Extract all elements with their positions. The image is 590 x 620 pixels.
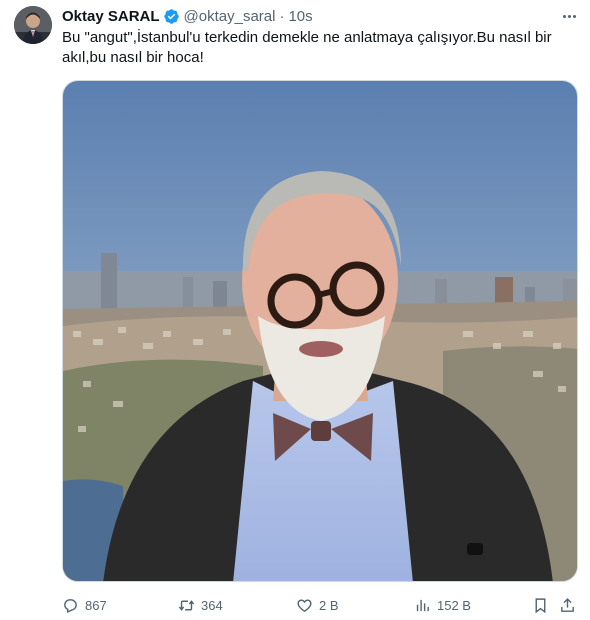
views-button[interactable]: 152 B (414, 594, 471, 616)
retweet-count: 364 (201, 597, 223, 613)
tweet-text: Bu "angut",İstanbul'u terkedin demekle n… (62, 29, 552, 66)
bookmark-icon (535, 597, 546, 613)
bookmark-button[interactable] (532, 594, 549, 616)
retweet-button[interactable]: 364 (178, 594, 223, 616)
heart-icon (297, 598, 312, 612)
tweet: Oktay SARAL @oktay_saral · 10s Bu "angut… (0, 0, 590, 620)
reply-icon (64, 598, 77, 613)
verified-badge-icon (163, 8, 180, 25)
analytics-icon (416, 599, 429, 611)
tweet-image[interactable] (62, 80, 578, 582)
display-name[interactable]: Oktay SARAL (62, 8, 160, 25)
share-button[interactable] (559, 594, 576, 616)
tweet-actions: 867 364 2 B 152 B (62, 594, 578, 616)
like-count: 2 B (319, 597, 339, 613)
avatar[interactable] (14, 6, 52, 44)
like-button[interactable]: 2 B (296, 594, 339, 616)
separator-dot: · (279, 7, 285, 25)
tweet-header: Oktay SARAL @oktay_saral · 10s (62, 6, 313, 26)
reply-button[interactable]: 867 (62, 594, 107, 616)
tweet-time[interactable]: 10s (288, 8, 312, 25)
share-icon (561, 597, 574, 612)
views-count: 152 B (437, 597, 471, 613)
retweet-icon (178, 599, 195, 611)
more-horizontal-icon[interactable] (558, 6, 580, 26)
author-handle[interactable]: @oktay_saral (184, 8, 276, 25)
reply-count: 867 (85, 597, 107, 613)
